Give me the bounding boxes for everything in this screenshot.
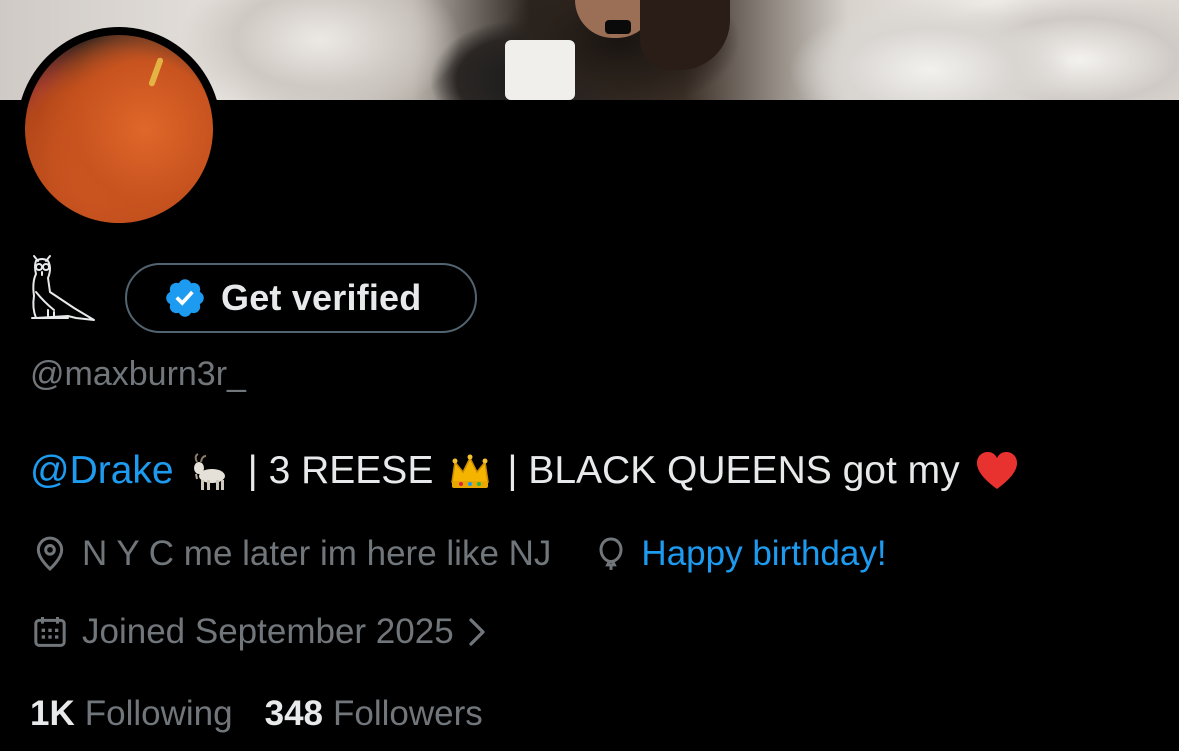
- followers-label: Followers: [333, 694, 483, 733]
- chevron-right-icon: [469, 618, 485, 646]
- location-pin-icon: [36, 536, 64, 572]
- calendar-icon: [34, 617, 66, 647]
- bio-text-queens: | BLACK QUEENS got my: [507, 449, 960, 492]
- profile-handle: @maxburn3r_: [30, 355, 246, 393]
- following-link[interactable]: 1K Following: [30, 694, 233, 734]
- profile-joined-date: Joined September 2025: [82, 612, 454, 651]
- ovo-owl-icon: [31, 255, 95, 321]
- birthday-link[interactable]: Happy birthday!: [641, 534, 886, 574]
- following-count: 1K: [30, 694, 75, 733]
- get-verified-label: Get verified: [221, 277, 422, 318]
- profile-location: N Y C me later im here like NJ: [82, 534, 552, 573]
- following-label: Following: [84, 694, 233, 733]
- bio-text-reese: | 3 REESE: [247, 449, 434, 492]
- red-heart-emoji: [976, 452, 1017, 489]
- banner-bowtie: [605, 20, 631, 34]
- goat-emoji: [193, 453, 225, 490]
- followers-link[interactable]: 348 Followers: [265, 694, 483, 734]
- banner-hair: [640, 0, 730, 70]
- get-verified-button[interactable]: Get verified: [125, 263, 477, 333]
- avatar-photo: [25, 35, 213, 223]
- profile-bio: @Drake | 3 REESE | BLACK QUEENS got my: [30, 448, 1020, 494]
- balloon-icon: [599, 537, 623, 570]
- banner-shirt: [505, 40, 575, 100]
- crown-emoji: [451, 454, 490, 488]
- verified-badge-icon: [166, 279, 204, 317]
- followers-count: 348: [264, 694, 324, 733]
- profile-joined-row[interactable]: Joined September 2025: [30, 612, 492, 652]
- profile-stats: 1K Following 348 Followers: [30, 694, 483, 734]
- bio-mention-link[interactable]: @Drake: [30, 449, 174, 493]
- profile-meta-row: N Y C me later im here like NJ Happy bir…: [30, 534, 887, 574]
- profile-avatar[interactable]: [17, 27, 221, 231]
